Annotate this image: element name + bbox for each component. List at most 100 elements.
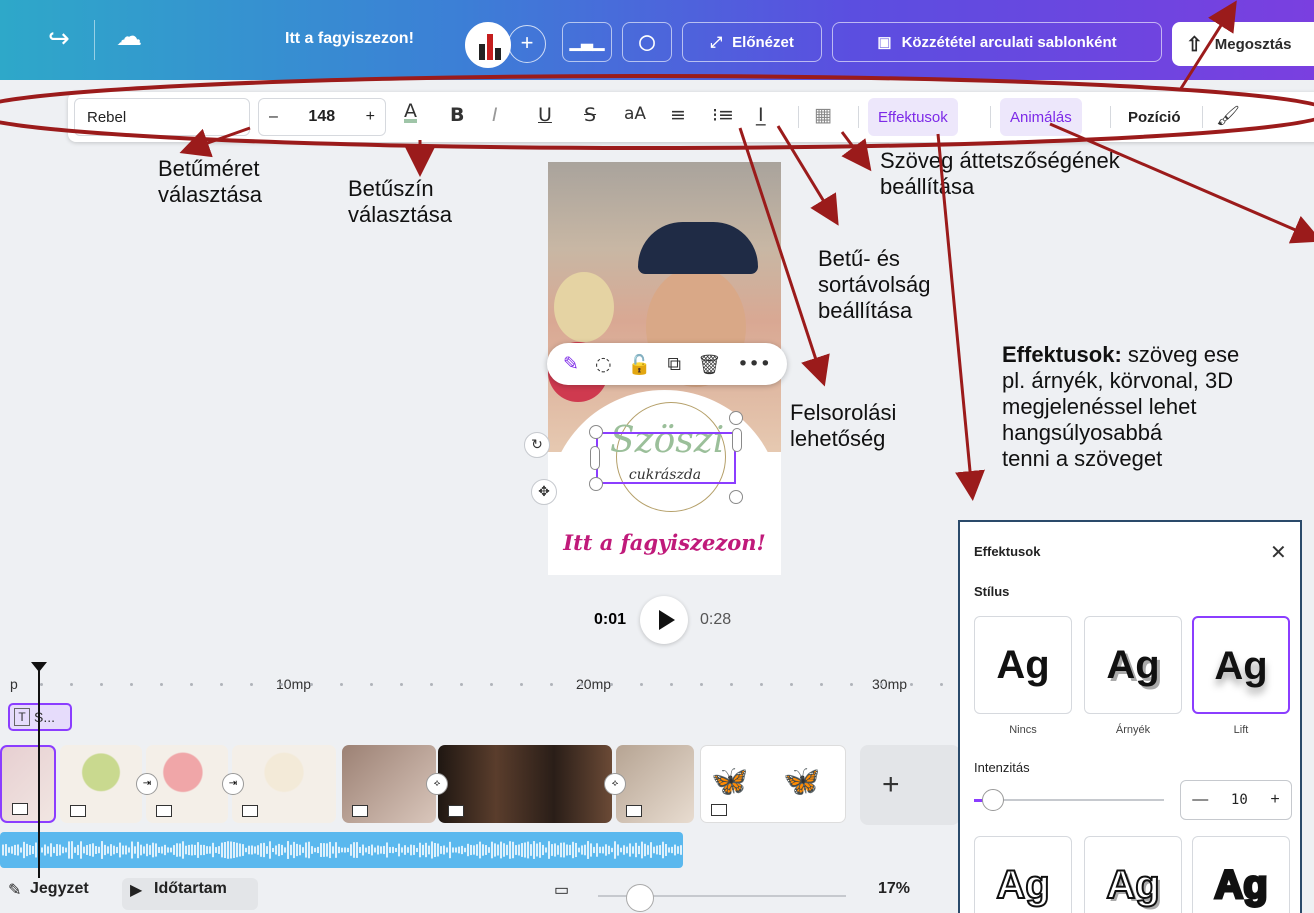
trash-icon[interactable]: 🗑 [697,353,721,376]
add-collaborator-button[interactable]: + [508,25,546,63]
waveform-bar [572,841,574,859]
publish-template-button[interactable]: ▣ Közzététel arculati sablonként [832,22,1162,62]
effects-button[interactable]: Effektusok [868,98,958,136]
preview-button[interactable]: ⤢ Előnézet [682,22,822,62]
duration-label: Időtartam [154,880,227,897]
close-icon[interactable]: ✕ [1270,540,1287,565]
text-icon: T [14,708,30,726]
transition-icon[interactable]: ⟡ [604,773,626,795]
italic-icon[interactable]: I [492,104,498,126]
align-center-icon[interactable]: ≡ [670,104,686,126]
underline-icon[interactable]: U [538,104,552,126]
comment-icon: ◯ [638,34,656,51]
waveform-bar [485,845,487,855]
waveform-bar [464,847,466,853]
resize-handle[interactable] [729,411,743,425]
avatar[interactable] [465,22,511,68]
size-increase-button[interactable]: + [366,108,375,126]
selection-box[interactable] [596,432,736,484]
resize-handle[interactable] [732,428,742,452]
intensity-increase-button[interactable]: + [1270,791,1279,809]
page-view-icon[interactable]: ▭ [554,880,569,900]
waveform-bar [542,844,544,856]
rotate-icon[interactable]: ↻ [524,432,550,458]
video-clip[interactable] [146,745,228,823]
video-clip[interactable] [60,745,142,823]
list-icon[interactable]: ⁝≡ [712,104,734,126]
resize-handle[interactable] [589,425,603,439]
waveform-bar [566,844,568,856]
playhead-line[interactable] [38,668,40,878]
ruler-tick [640,683,643,686]
audio-track[interactable] [0,832,683,868]
insights-button[interactable]: ▁▃▁ [562,22,612,62]
zoom-slider-knob[interactable] [626,884,654,912]
transition-icon[interactable]: ⇥ [222,773,244,795]
waveform-bar [401,847,403,853]
video-clip[interactable]: 🦋 🦋 [700,745,846,823]
waveform-bar [575,842,577,858]
effect-hollow-tile[interactable]: Ag [974,836,1072,913]
size-decrease-button[interactable]: – [269,108,278,126]
effect-none-tile[interactable]: Ag [974,616,1072,714]
spacing-icon[interactable]: I̲ [758,104,764,126]
notes-label[interactable]: Jegyzet [30,880,89,898]
waveform-bar [98,846,100,854]
intensity-slider-knob[interactable] [982,789,1004,811]
effect-lift-tile[interactable]: Ag [1192,616,1290,714]
video-clip[interactable] [616,745,694,823]
comment-button[interactable]: ◯ [622,22,672,62]
notes-icon[interactable]: ✎ [8,880,21,900]
lock-icon[interactable]: 🔓 [628,353,652,376]
effect-splice-tile[interactable]: Ag [1084,836,1182,913]
video-clip[interactable] [342,745,436,823]
intensity-decrease-button[interactable]: — [1192,791,1208,809]
resize-handle[interactable] [729,490,743,504]
ruler-tick [280,683,283,686]
intensity-label: Intenzitás [974,760,1030,775]
effect-outline-tile[interactable]: Ag [1192,836,1290,913]
waveform-bar [323,843,325,857]
bold-icon[interactable]: B [450,104,464,126]
font-size-stepper[interactable]: – 148 + [258,98,386,136]
waveform-bar [155,843,157,857]
letter-case-icon[interactable]: aA [624,104,646,124]
text-track-clip[interactable]: T S... [8,703,72,731]
comment-add-icon[interactable]: ◌ [595,353,612,375]
share-button[interactable]: ⇧ Megosztás [1172,22,1314,66]
video-clip[interactable] [232,745,336,823]
add-clip-button[interactable]: + [860,745,960,825]
ruler-tick [910,683,913,686]
position-button[interactable]: Pozíció [1118,98,1191,136]
animate-button[interactable]: Animálás [1000,98,1082,136]
strikethrough-icon[interactable]: S [584,104,596,126]
video-clip[interactable] [438,745,612,823]
document-title[interactable]: Itt a fagyiszezon! [285,30,414,48]
copy-style-icon[interactable]: 🖌 [1216,104,1240,127]
cloud-saved-icon[interactable]: ☁ [116,22,142,52]
more-icon[interactable]: ••• [737,353,771,375]
font-family-select[interactable]: Rebel [74,98,250,136]
video-clip[interactable] [0,745,56,823]
transition-icon[interactable]: ⇥ [136,773,158,795]
transparency-icon[interactable]: ▦ [814,104,832,126]
waveform-bar [227,841,229,859]
waveform-bar [527,841,529,859]
font-size-value[interactable]: 148 [308,108,335,126]
transition-icon[interactable]: ⟡ [426,773,448,795]
redo-icon[interactable]: ↪ [48,24,70,54]
intensity-stepper[interactable]: — 10 + [1180,780,1292,820]
waveform-bar [644,843,646,857]
magic-edit-icon[interactable]: ✎ [563,353,579,375]
play-button[interactable] [640,596,688,644]
intensity-value[interactable]: 10 [1231,792,1248,808]
headline-text[interactable]: Itt a fagyiszezon! [548,530,781,555]
resize-handle[interactable] [590,446,600,470]
resize-handle[interactable] [589,477,603,491]
waveform-bar [116,846,118,854]
text-color-icon[interactable]: A [404,100,417,122]
effect-shadow-tile[interactable]: Ag [1084,616,1182,714]
duplicate-icon[interactable]: ⧉ [667,353,681,375]
total-time: 0:28 [700,611,732,628]
move-icon[interactable]: ✥ [531,479,557,505]
